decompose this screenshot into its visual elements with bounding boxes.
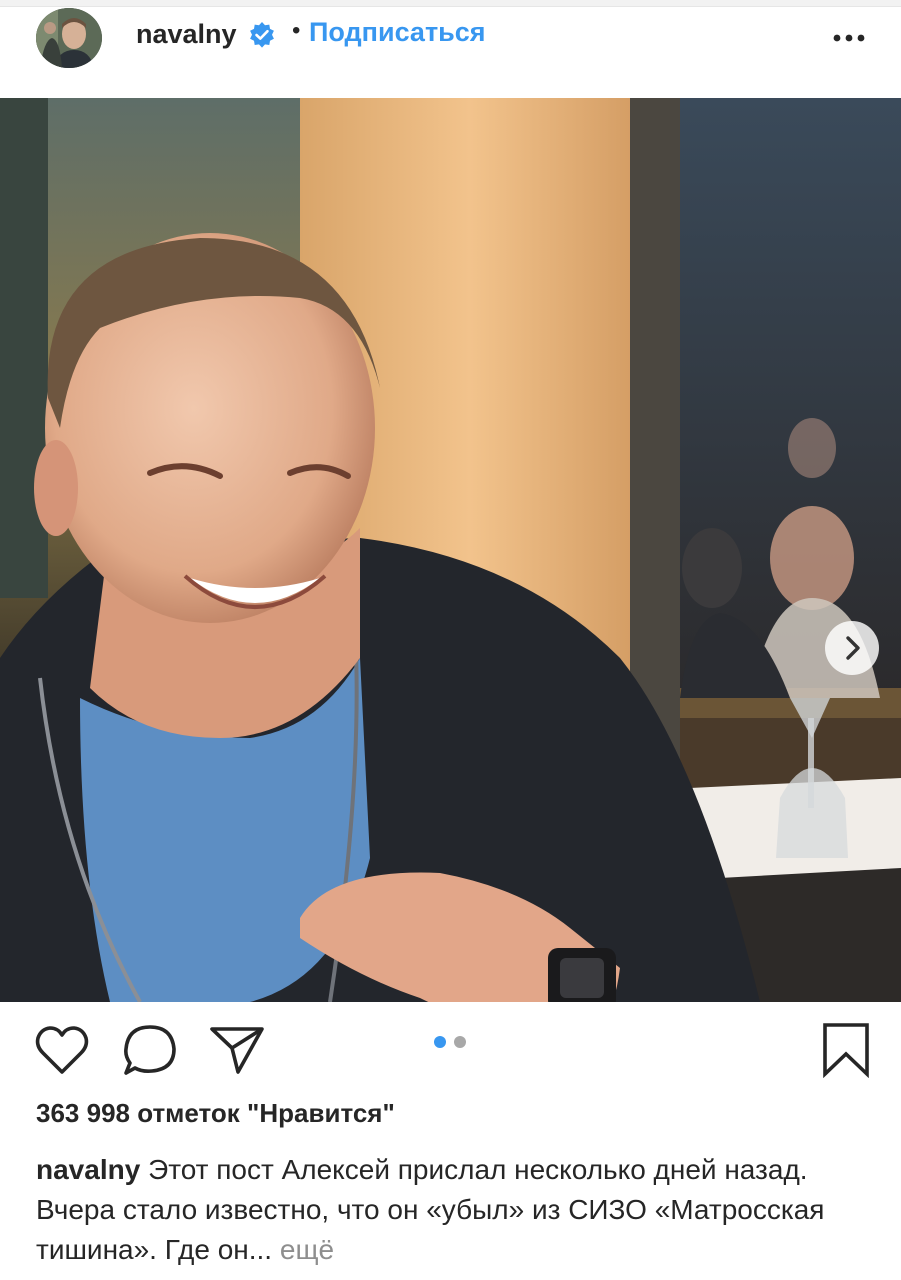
caption-username[interactable]: navalny [36,1154,140,1185]
heart-icon[interactable] [34,1024,90,1078]
verified-badge-icon [248,21,276,49]
caption-more-link[interactable]: ещё [280,1234,334,1265]
chevron-right-icon [846,636,860,660]
avatar[interactable] [36,8,102,68]
post-caption: navalny Этот пост Алексей прислал нескол… [36,1150,876,1270]
bookmark-icon[interactable] [822,1022,870,1078]
photo-image [0,98,901,1002]
carousel-dot-active [434,1036,446,1048]
more-options-icon[interactable] [828,18,874,48]
carousel-next-button[interactable] [825,621,879,675]
caption-text: Этот пост Алексей прислал несколько дней… [36,1154,825,1265]
avatar-image [36,8,102,68]
post-header: navalny • Подписаться [0,6,901,98]
carousel-indicator [434,1036,474,1050]
post-photo[interactable] [0,98,901,1002]
post-actions [0,1002,901,1092]
header-separator: • [292,17,301,44]
likes-count[interactable]: 363 998 отметок "Нравится" [36,1094,395,1132]
carousel-dot [454,1036,466,1048]
username[interactable]: navalny [136,16,237,52]
follow-button[interactable]: Подписаться [309,14,486,50]
comment-bubble-icon[interactable] [122,1023,178,1079]
paper-plane-icon[interactable] [208,1024,266,1076]
